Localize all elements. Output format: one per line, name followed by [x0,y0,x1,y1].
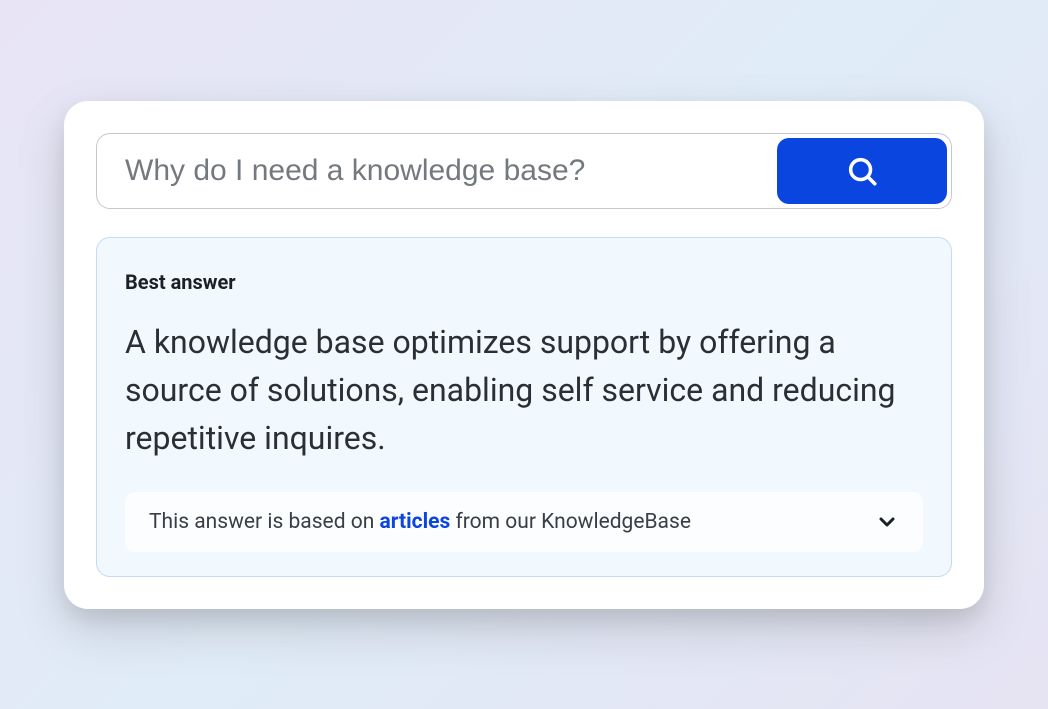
answer-panel: Best answer A knowledge base optimizes s… [96,237,952,577]
source-link[interactable]: articles [380,510,451,534]
search-icon [845,154,879,188]
source-text: This answer is based on articles from ou… [149,510,691,534]
answer-text: A knowledge base optimizes support by of… [125,318,923,462]
answer-label: Best answer [125,270,923,294]
search-input[interactable] [101,138,777,204]
source-suffix: from our KnowledgeBase [450,510,691,534]
source-prefix: This answer is based on [149,510,380,534]
search-button[interactable] [777,138,947,204]
answer-card: Best answer A knowledge base optimizes s… [64,101,984,609]
chevron-down-icon [875,510,899,534]
search-bar [96,133,952,209]
source-expander[interactable]: This answer is based on articles from ou… [125,492,923,552]
